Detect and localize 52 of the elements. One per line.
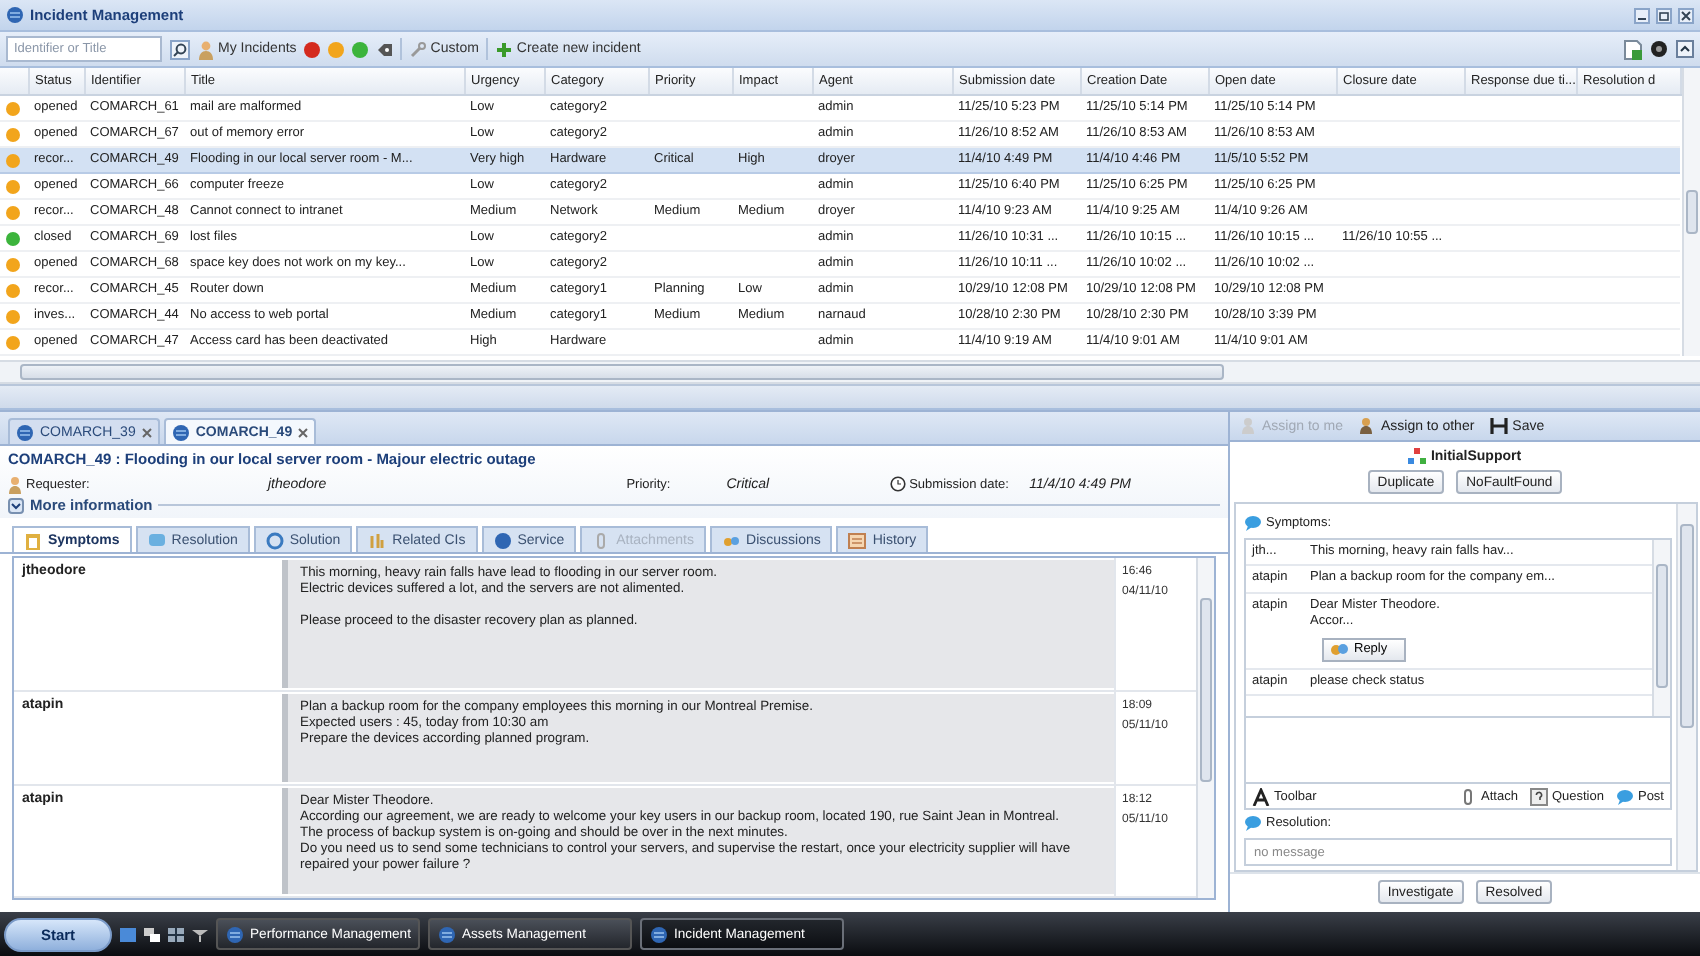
globe-icon [16,423,34,441]
horizontal-scrollbar[interactable] [0,360,1700,384]
globe-icon [226,925,244,943]
restore-icon[interactable] [1656,7,1672,23]
status-filter-dot[interactable] [352,41,369,57]
service-tab-icon [493,531,512,549]
status-filter-dot[interactable] [304,41,321,57]
collapse-icon[interactable] [1676,40,1694,58]
desktop-icon[interactable] [120,927,136,941]
cis-tab-icon [368,531,387,549]
status-filter-dot[interactable] [328,41,345,57]
history-tab-icon [848,531,867,549]
save-icon [1490,416,1509,436]
app-logo-icon [6,6,24,24]
vertical-scrollbar[interactable] [1196,558,1214,898]
resolution-tab-icon [147,531,166,549]
speech-bubble-icon [1244,514,1262,532]
globe-icon [171,423,190,441]
chat-icon [1330,642,1348,657]
workflow-icon [1408,448,1427,464]
minimize-icon[interactable] [1634,7,1650,23]
vertical-scrollbar[interactable] [1676,504,1696,870]
close-icon[interactable] [141,427,152,437]
vertical-scrollbar[interactable] [1652,540,1670,716]
discussions-tab-icon [722,531,741,549]
person-icon [1358,416,1377,436]
person-icon [8,475,22,493]
clock-icon [889,476,906,492]
globe-icon [438,925,456,943]
solution-tab-icon [265,531,284,549]
symptoms-tab-icon [24,531,42,549]
search-icon[interactable] [170,39,190,59]
plus-icon [496,41,513,57]
clear-filter-icon[interactable] [376,41,393,57]
close-icon[interactable] [1678,7,1694,23]
vertical-scrollbar[interactable] [1681,68,1700,356]
globe-icon [650,925,668,943]
paperclip-icon [1459,787,1478,806]
tile-icon[interactable] [168,927,184,941]
wrench-icon [410,41,427,57]
attachments-tab-icon [592,531,611,549]
export-icon[interactable] [1624,39,1642,59]
speech-bubble-icon [1615,787,1634,806]
windows-icon[interactable] [144,927,160,941]
speech-bubble-icon [1244,814,1262,833]
message-input[interactable] [1244,717,1672,784]
person-icon [198,39,214,59]
close-icon[interactable] [298,427,309,437]
letter-icon [1252,787,1270,806]
expand-icon[interactable] [8,497,24,513]
question-icon [1529,787,1548,806]
person-icon [1240,416,1258,436]
